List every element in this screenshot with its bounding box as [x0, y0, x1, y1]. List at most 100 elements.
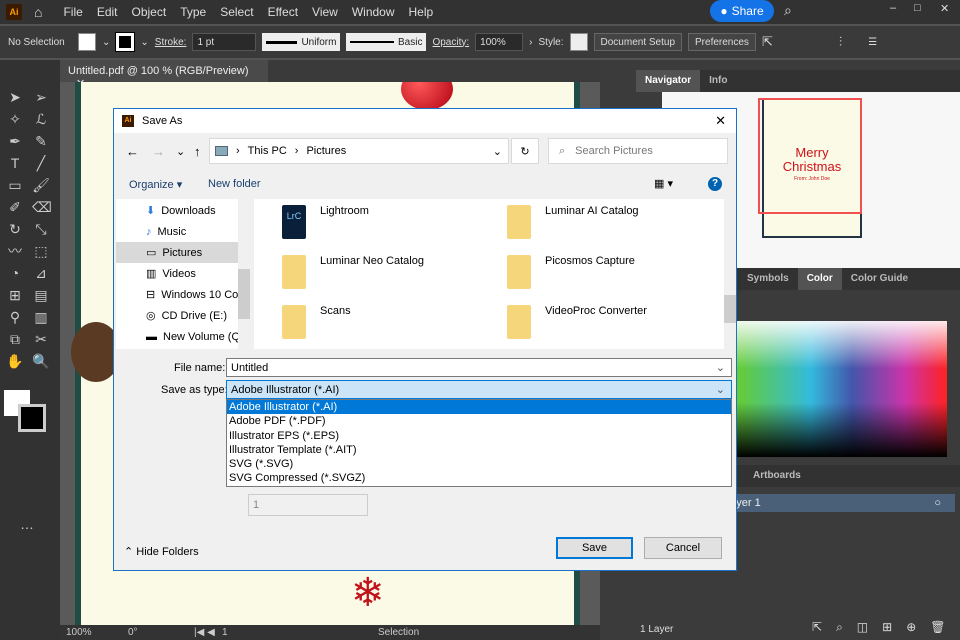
up-icon[interactable]: ↑ [194, 144, 201, 159]
opacity-label[interactable]: Opacity: [432, 37, 469, 48]
menu-file[interactable]: File [56, 5, 89, 19]
folder-item[interactable]: VideoProc Converter [507, 305, 647, 339]
rotate-icon[interactable]: ↻ [6, 220, 24, 238]
hand-tool-icon[interactable]: ✋ [6, 352, 24, 370]
type-option[interactable]: Illustrator Template (*.AIT) [227, 443, 731, 457]
menu-view[interactable]: View [305, 5, 345, 19]
color-spectrum[interactable] [737, 321, 947, 457]
file-name-input[interactable]: Untitled ⌄ [226, 358, 732, 377]
nav-new-volume[interactable]: ▬ New Volume (Q:) [116, 326, 250, 347]
menu-window[interactable]: Window [345, 5, 402, 19]
preferences-button[interactable]: Preferences [688, 33, 756, 51]
lasso-icon[interactable]: ℒ [32, 110, 50, 128]
share-button[interactable]: ● Share [710, 0, 774, 22]
document-tab[interactable]: Untitled.pdf @ 100 % (RGB/Preview) ✕ [60, 60, 268, 90]
navigator-view-box[interactable] [758, 98, 862, 214]
stroke-swatch[interactable] [115, 32, 136, 52]
nav-scrollbar[interactable] [238, 199, 250, 349]
delete-icon[interactable]: 🗑 [930, 620, 945, 635]
menu-help[interactable]: Help [402, 5, 441, 19]
curvature-icon[interactable]: ✎ [32, 132, 50, 150]
save-button[interactable]: Save [556, 537, 633, 559]
type-option[interactable]: Adobe Illustrator (*.AI) [227, 400, 731, 415]
recent-icon[interactable]: ⌄ [176, 145, 185, 158]
arrange-icon[interactable]: ⇱ [762, 34, 773, 50]
refresh-button[interactable]: ↻ [511, 138, 539, 164]
tab-navigator[interactable]: Navigator [636, 70, 701, 92]
line-tool-icon[interactable]: ╱ [32, 154, 50, 172]
folder-item[interactable]: Picosmos Capture [507, 255, 635, 289]
artboard-number[interactable]: 1 [222, 627, 272, 638]
zoom-tool-icon[interactable]: 🔍 [32, 352, 50, 370]
eyedropper-icon[interactable]: ⚲ [6, 308, 24, 326]
stroke-label[interactable]: Stroke: [155, 37, 187, 48]
locate-icon[interactable]: ⌕ [836, 620, 843, 635]
tab-color[interactable]: Color [797, 268, 842, 290]
breadcrumb-pictures[interactable]: Pictures [306, 145, 346, 157]
organize-button[interactable]: Organize ▾ [129, 178, 182, 191]
nav-music[interactable]: ♪ Music [116, 221, 250, 242]
tab-symbols[interactable]: Symbols [738, 268, 798, 290]
layer-target-icon[interactable]: ○ [934, 497, 941, 509]
artboard-nav[interactable]: |◀ ◀ [194, 627, 216, 638]
breadcrumb-this-pc[interactable]: This PC [248, 145, 287, 157]
rotation-value[interactable]: 0° [128, 627, 188, 638]
type-option[interactable]: Adobe PDF (*.PDF) [227, 414, 731, 428]
warp-icon[interactable]: 〰 [6, 242, 24, 260]
clip-mask-icon[interactable]: ◫ [857, 620, 868, 635]
folder-item[interactable]: Luminar Neo Catalog [282, 255, 424, 289]
mesh-icon[interactable]: ⊞ [6, 286, 24, 304]
slice-icon[interactable]: ✂ [32, 330, 50, 348]
direct-selection-tool-icon[interactable]: ➢ [32, 88, 50, 106]
type-option[interactable]: SVG (*.SVG) [227, 457, 731, 471]
eraser-icon[interactable]: ⌫ [32, 198, 52, 216]
menu-effect[interactable]: Effect [261, 5, 305, 19]
tab-info[interactable]: Info [700, 70, 736, 92]
new-sublayer-icon[interactable]: ⊞ [882, 620, 892, 635]
maximize-icon[interactable]: □ [914, 2, 921, 14]
stroke-color-box[interactable] [18, 404, 46, 432]
scale-icon[interactable]: ⤡ [32, 220, 50, 238]
brush-definition[interactable]: Basic [346, 33, 427, 51]
shape-builder-icon[interactable]: ◔ [6, 264, 24, 282]
tab-artboards[interactable]: Artboards [744, 465, 810, 487]
search-icon[interactable]: ⌕ [784, 2, 792, 19]
type-tool-icon[interactable]: T [6, 154, 24, 172]
layer-row[interactable]: Layer 1 ○ [720, 494, 955, 512]
address-bar[interactable]: › This PC › Pictures ⌄ [209, 138, 509, 164]
tab-color-guide[interactable]: Color Guide [842, 268, 917, 290]
graph-icon[interactable]: ▥ [32, 308, 50, 326]
cancel-button[interactable]: Cancel [644, 537, 722, 559]
magic-wand-icon[interactable]: ✧ [6, 110, 24, 128]
new-layer-icon[interactable]: ⊕ [906, 620, 916, 635]
home-icon[interactable]: ⌂ [34, 4, 42, 20]
more-tools-icon[interactable]: … [18, 515, 36, 533]
minimize-icon[interactable]: – [890, 2, 896, 14]
type-option[interactable]: Illustrator EPS (*.EPS) [227, 429, 731, 443]
variable-width-profile[interactable]: Uniform [262, 33, 341, 51]
folder-item[interactable]: LrC Lightroom [282, 205, 369, 239]
shaper-icon[interactable]: ✐ [6, 198, 24, 216]
view-options-icon[interactable]: ▦ ▾ [654, 177, 673, 190]
perspective-icon[interactable]: ⊿ [32, 264, 50, 282]
nav-downloads[interactable]: ⬇ Downloads [116, 200, 250, 221]
hide-folders-button[interactable]: ⌃ Hide Folders [124, 545, 199, 558]
help-icon[interactable]: ? [708, 177, 722, 191]
menu-edit[interactable]: Edit [90, 5, 125, 19]
menu-type[interactable]: Type [173, 5, 213, 19]
export-icon[interactable]: ⇱ [812, 620, 822, 635]
back-icon[interactable]: ← [126, 144, 139, 159]
nav-windows-drive[interactable]: ⊟ Windows 10 Cor [116, 284, 250, 305]
selection-tool-icon[interactable]: ➤ [6, 88, 24, 106]
folder-item[interactable]: Luminar AI Catalog [507, 205, 639, 239]
paintbrush-icon[interactable]: 🖌 [32, 176, 50, 194]
artboard-tool-icon[interactable]: ⧉ [6, 330, 24, 348]
close-icon[interactable]: ✕ [940, 2, 949, 15]
fill-swatch[interactable] [78, 33, 96, 51]
align-icon[interactable]: ⫶ [839, 34, 842, 50]
style-swatch[interactable] [569, 33, 588, 51]
menu-select[interactable]: Select [213, 5, 260, 19]
nav-cd-drive[interactable]: ◎ CD Drive (E:) [116, 305, 250, 326]
file-scrollbar[interactable] [724, 199, 736, 349]
rectangle-tool-icon[interactable]: ▭ [6, 176, 24, 194]
